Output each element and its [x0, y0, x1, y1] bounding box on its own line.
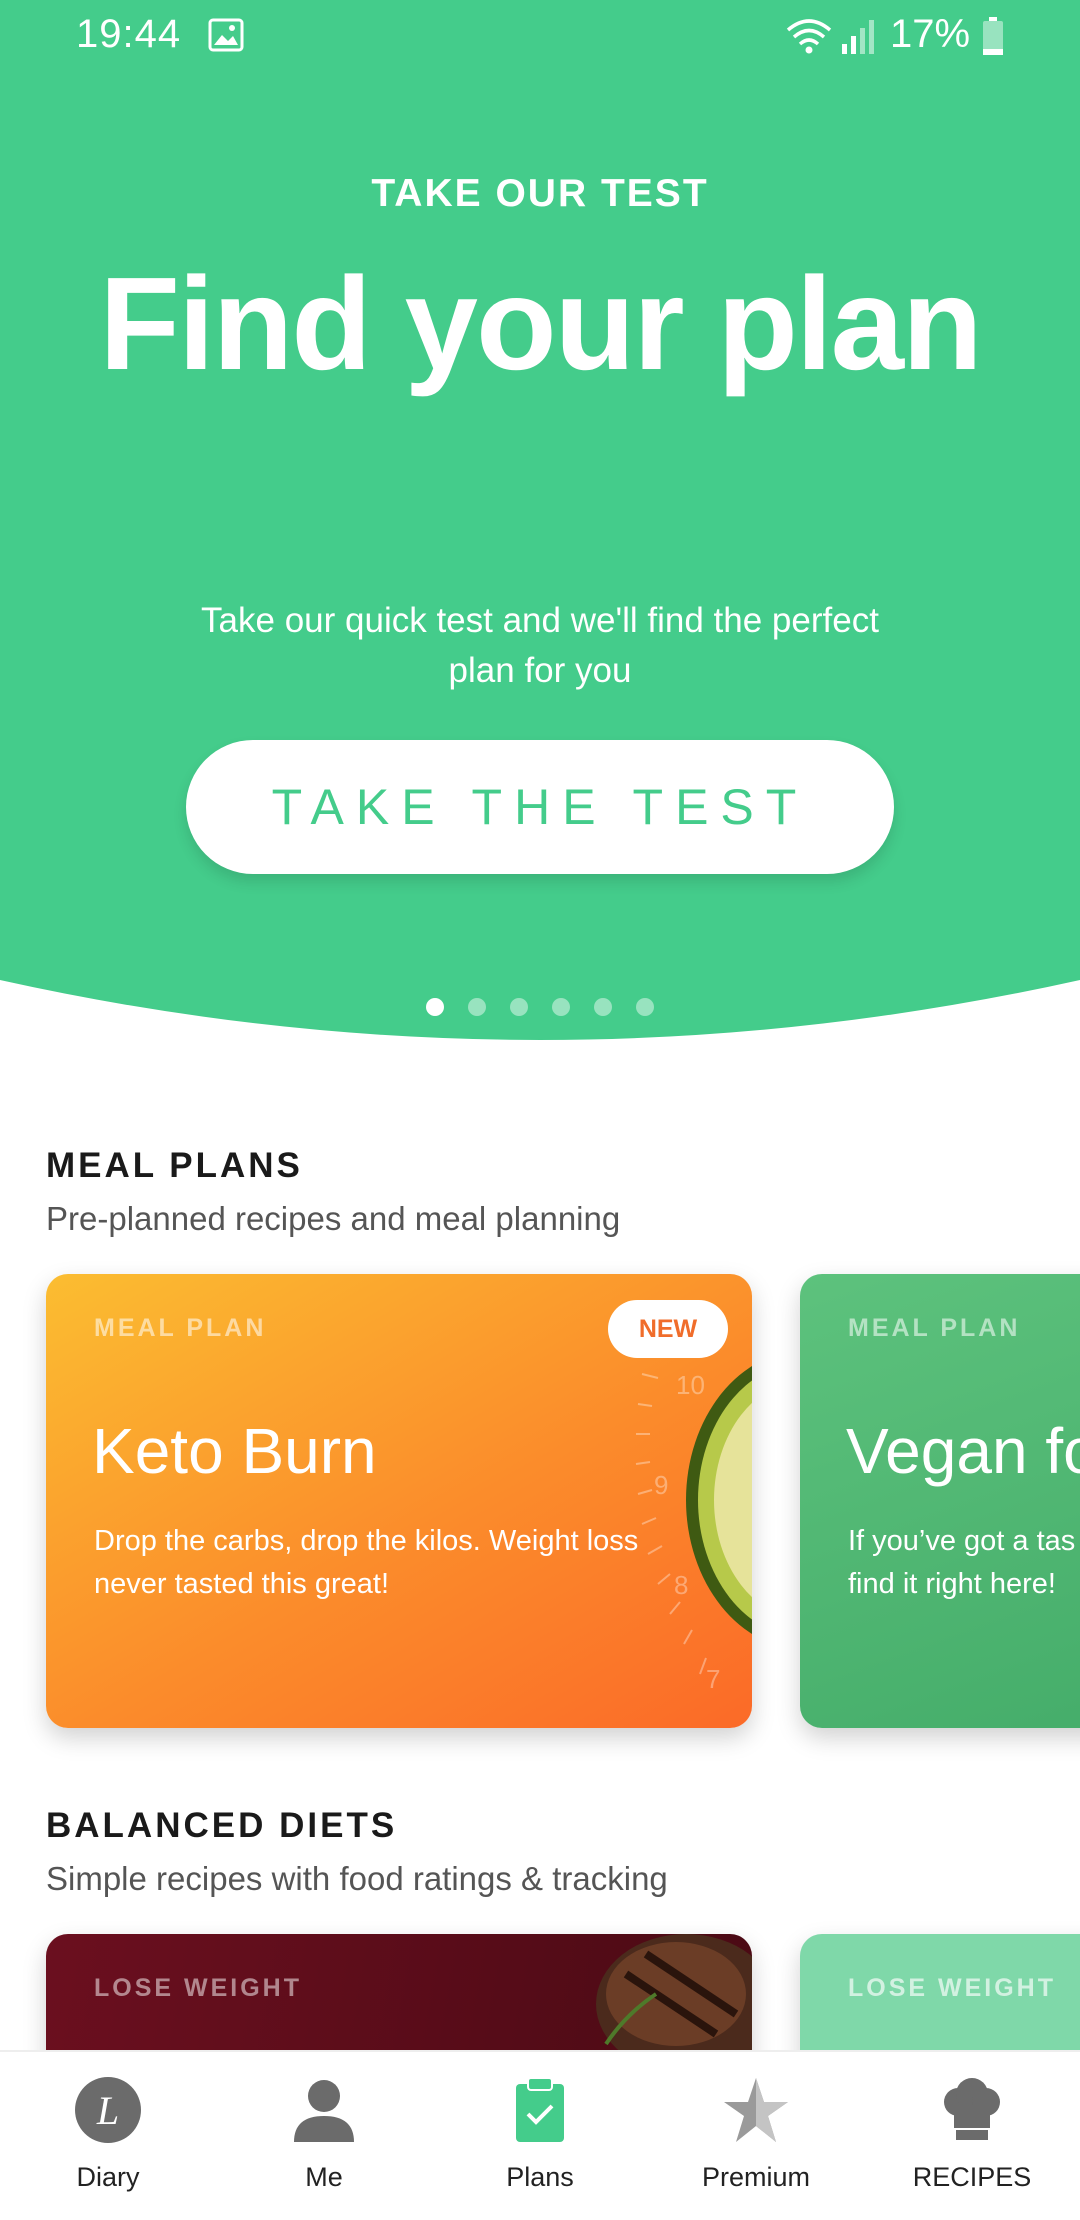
carousel-dots — [0, 998, 1080, 1018]
nav-label: Premium — [701, 2162, 810, 2192]
nav-label: RECIPES — [912, 2162, 1032, 2192]
hero-banner: 19:44 17% TAKE OUR TEST Find your plan T… — [0, 0, 1080, 1070]
status-time: 19:44 — [76, 12, 182, 56]
nav-label: Me — [305, 2162, 343, 2192]
hero-kicker: TAKE OUR TEST — [371, 172, 709, 215]
nav-item-me[interactable]: Me — [216, 2052, 432, 2220]
card-kicker: MEAL PLAN — [94, 1314, 267, 1342]
hero-curve — [0, 980, 1080, 1070]
card-kicker: LOSE WEIGHT — [848, 1974, 1056, 2002]
steak-image — [596, 1934, 752, 2054]
svg-text:L: L — [96, 2088, 119, 2133]
card-description-line: find it right here! — [848, 1568, 1056, 1600]
hero-subtitle: Take our quick test and we'll find the p… — [201, 601, 879, 690]
card-title: Vegan fo — [846, 1415, 1080, 1487]
card-description: If you’ve got a tas find it right here! — [848, 1520, 1080, 1606]
hero-title: Find your plan — [99, 250, 982, 397]
section-title-meal-plans: MEAL PLANS — [46, 1146, 303, 1185]
new-badge: NEW — [608, 1300, 728, 1358]
section-title-balanced-diets: BALANCED DIETS — [46, 1806, 398, 1845]
diary-icon: L — [75, 2077, 141, 2143]
nav-label: Plans — [506, 2162, 574, 2192]
section-subtitle-balanced-diets: Simple recipes with food ratings & track… — [46, 1860, 668, 1897]
card-title: Keto Burn — [92, 1415, 377, 1487]
card-kicker: LOSE WEIGHT — [94, 1974, 302, 2002]
person-icon — [294, 2080, 354, 2142]
meal-plan-card-keto-burn[interactable]: 10 9 8 7 MEAL PLAN NEW Keto Burn Drop th… — [46, 1274, 752, 1728]
take-test-button[interactable]: TAKE THE TEST — [186, 740, 894, 874]
card-description-line: If you’ve got a tas — [848, 1525, 1076, 1557]
carousel-dot[interactable] — [552, 998, 570, 1016]
carousel-dot[interactable] — [468, 998, 486, 1016]
carousel-dot[interactable] — [426, 998, 444, 1016]
section-subtitle-meal-plans: Pre-planned recipes and meal planning — [46, 1200, 621, 1237]
status-bar: 19:44 17% — [0, 0, 1080, 75]
clipboard-check-icon — [516, 2077, 564, 2142]
star-icon — [724, 2078, 788, 2142]
battery-icon — [983, 17, 1003, 55]
avocado-image — [686, 1366, 752, 1634]
battery-percentage: 17% — [890, 12, 971, 56]
chef-hat-icon — [944, 2078, 1000, 2140]
card-description: Drop the carbs, drop the kilos. Weight l… — [94, 1525, 639, 1600]
image-icon — [208, 18, 244, 52]
carousel-dot[interactable] — [636, 998, 654, 1016]
nav-item-plans[interactable]: Plans — [432, 2052, 648, 2220]
nav-item-premium[interactable]: Premium — [648, 2052, 864, 2220]
signal-icon — [842, 20, 874, 54]
carousel-dot[interactable] — [594, 998, 612, 1016]
nav-item-recipes[interactable]: RECIPES — [864, 2052, 1080, 2220]
carousel-dot[interactable] — [510, 998, 528, 1016]
bottom-navigation: L Diary Me Plans Premium RECIPES — [0, 2050, 1080, 2220]
meal-plan-card-vegan[interactable]: MEAL PLAN Vegan fo If you’ve got a tas f… — [800, 1274, 1080, 1728]
nav-item-diary[interactable]: L Diary — [0, 2052, 216, 2220]
card-kicker: MEAL PLAN — [848, 1314, 1021, 1342]
wifi-icon — [786, 19, 832, 54]
nav-label: Diary — [76, 2162, 140, 2192]
